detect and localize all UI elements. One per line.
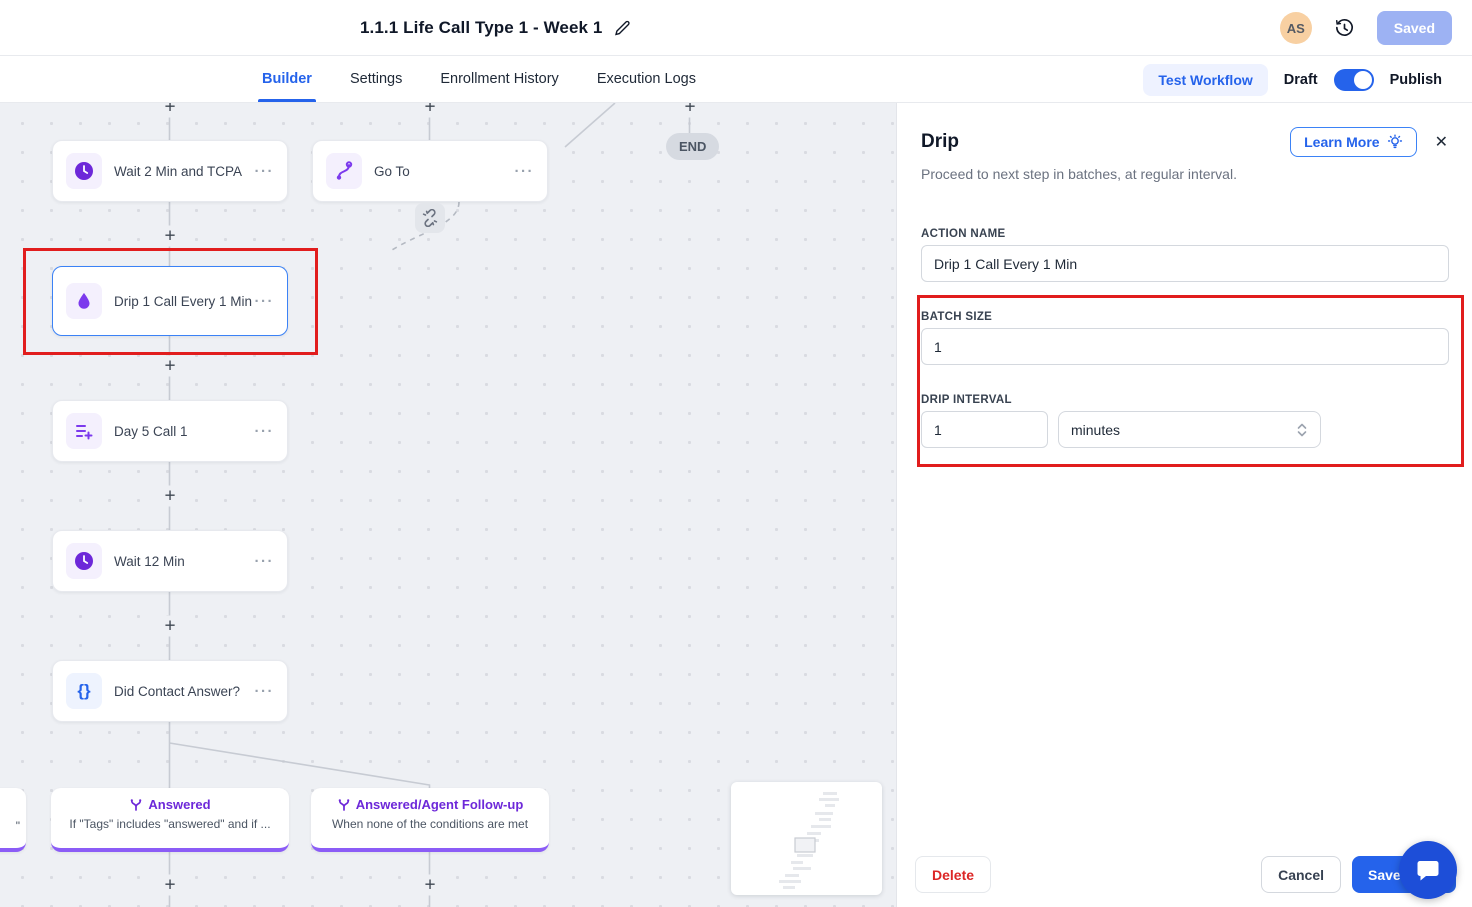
add-step-button[interactable]: + xyxy=(162,874,178,896)
add-step-button[interactable]: + xyxy=(682,103,698,118)
node-go-to[interactable]: Go To ··· xyxy=(312,140,548,202)
add-step-button[interactable]: + xyxy=(162,103,178,118)
branch-card-partial[interactable]: " xyxy=(0,788,26,852)
interval-unit-value: minutes xyxy=(1071,421,1121,438)
cancel-button[interactable]: Cancel xyxy=(1261,856,1341,893)
tab-bar: Builder Settings Enrollment History Exec… xyxy=(0,56,1472,103)
add-step-button[interactable]: + xyxy=(162,355,178,377)
node-day-5-call-1[interactable]: Day 5 Call 1 ··· xyxy=(52,400,288,462)
tab-settings[interactable]: Settings xyxy=(350,56,402,102)
branch-condition: When none of the conditions are met xyxy=(331,817,529,831)
droplet-icon xyxy=(66,283,102,319)
minimap[interactable] xyxy=(731,782,882,895)
delete-button[interactable]: Delete xyxy=(915,856,992,893)
publish-label: Publish xyxy=(1389,71,1442,88)
app-header: 1.1.1 Life Call Type 1 - Week 1 AS Saved xyxy=(0,0,1472,56)
node-menu-icon[interactable]: ··· xyxy=(255,163,275,180)
chat-widget-button[interactable] xyxy=(1399,841,1457,899)
broken-link-icon[interactable] xyxy=(415,203,445,233)
tab-execution-logs[interactable]: Execution Logs xyxy=(597,56,696,102)
node-menu-icon[interactable]: ··· xyxy=(255,423,275,440)
batch-size-label: BATCH SIZE xyxy=(921,311,993,323)
end-badge: END xyxy=(666,133,720,160)
node-wait-2-min-tcpa[interactable]: Wait 2 Min and TCPA ··· xyxy=(52,140,288,202)
node-label: Drip 1 Call Every 1 Min xyxy=(114,293,253,309)
test-workflow-button[interactable]: Test Workflow xyxy=(1143,63,1268,96)
clock-icon xyxy=(66,153,102,189)
workflow-canvas[interactable]: + + + + + + + + + END Wait 2 Min and TCP… xyxy=(0,103,897,907)
learn-more-button[interactable]: Learn More xyxy=(1290,127,1417,157)
node-drip[interactable]: Drip 1 Call Every 1 Min ··· xyxy=(52,266,288,336)
node-label: Wait 12 Min xyxy=(114,553,185,569)
tab-builder[interactable]: Builder xyxy=(258,56,316,102)
route-icon xyxy=(326,153,362,189)
list-plus-icon xyxy=(66,413,102,449)
action-name-label: ACTION NAME xyxy=(921,228,1006,240)
chevron-updown-icon xyxy=(1297,423,1307,436)
panel-title: Drip xyxy=(921,131,959,152)
node-did-contact-answer[interactable]: {} Did Contact Answer? ··· xyxy=(52,660,288,722)
close-icon[interactable]: ✕ xyxy=(1435,132,1448,152)
add-step-button[interactable]: + xyxy=(162,485,178,507)
add-step-button[interactable]: + xyxy=(162,225,178,247)
node-label: Day 5 Call 1 xyxy=(114,423,188,439)
clock-icon xyxy=(66,543,102,579)
branch-condition: If "Tags" includes "answered" and if ... xyxy=(69,817,271,831)
node-menu-icon[interactable]: ··· xyxy=(255,683,275,700)
branch-icon xyxy=(338,798,350,811)
add-step-button[interactable]: + xyxy=(162,615,178,637)
branch-title: Answered/Agent Follow-up xyxy=(355,797,524,812)
history-icon[interactable] xyxy=(1334,18,1355,39)
node-label: Did Contact Answer? xyxy=(114,683,241,699)
node-wait-12-min[interactable]: Wait 12 Min ··· xyxy=(52,530,288,592)
branch-title: Answered xyxy=(148,797,211,812)
chat-bubble-icon xyxy=(1417,861,1439,881)
branch-icon xyxy=(131,798,142,811)
branch-condition: " xyxy=(15,819,20,833)
action-name-input[interactable] xyxy=(921,245,1449,282)
add-step-button[interactable]: + xyxy=(422,874,438,896)
saved-button[interactable]: Saved xyxy=(1376,11,1452,45)
drip-interval-input[interactable] xyxy=(921,411,1048,448)
draft-publish-toggle[interactable] xyxy=(1333,68,1374,91)
edit-title-icon[interactable] xyxy=(614,20,631,37)
learn-more-label: Learn More xyxy=(1304,134,1380,150)
branch-card-answered[interactable]: Answered If "Tags" includes "answered" a… xyxy=(51,788,289,852)
branch-card-agent-follow-up[interactable]: Answered/Agent Follow-up When none of th… xyxy=(311,788,549,852)
node-label: Wait 2 Min and TCPA xyxy=(114,163,243,179)
draft-label: Draft xyxy=(1283,71,1318,88)
tab-enrollment-history[interactable]: Enrollment History xyxy=(440,56,558,102)
node-label: Go To xyxy=(374,163,410,179)
node-menu-icon[interactable]: ··· xyxy=(255,293,275,310)
workflow-title: 1.1.1 Life Call Type 1 - Week 1 xyxy=(360,18,603,37)
braces-icon: {} xyxy=(66,673,102,709)
avatar[interactable]: AS xyxy=(1279,12,1312,44)
panel-description: Proceed to next step in batches, at regu… xyxy=(921,166,1237,182)
action-config-panel: Drip Learn More ✕ Proceed to next step i… xyxy=(897,103,1472,907)
node-menu-icon[interactable]: ··· xyxy=(515,163,535,180)
interval-unit-select[interactable]: minutes xyxy=(1058,411,1321,448)
batch-size-input[interactable] xyxy=(921,328,1449,365)
lightbulb-icon xyxy=(1387,134,1402,149)
drip-interval-label: DRIP INTERVAL xyxy=(921,394,1012,406)
add-step-button[interactable]: + xyxy=(422,103,438,118)
node-menu-icon[interactable]: ··· xyxy=(255,553,275,570)
